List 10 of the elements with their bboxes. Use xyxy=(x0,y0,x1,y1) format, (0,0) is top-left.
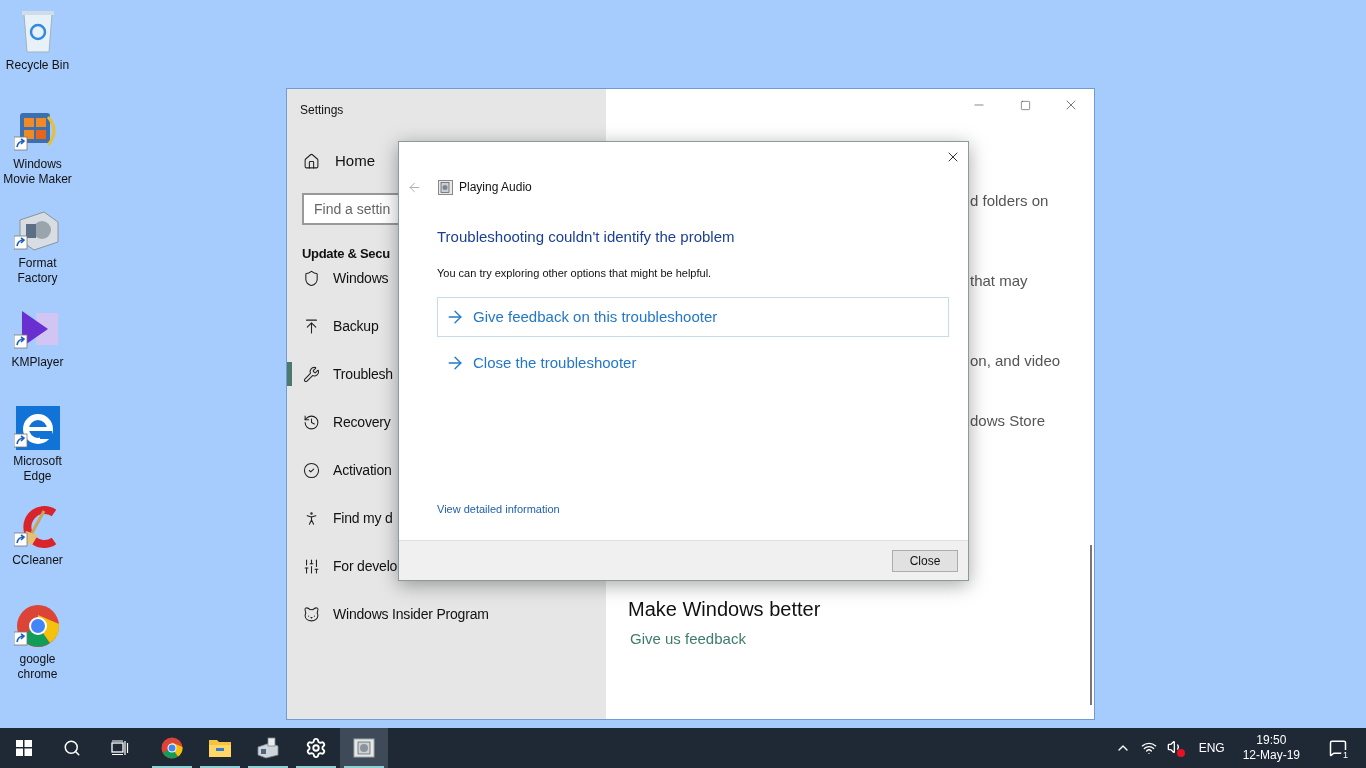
description-text: d folders on xyxy=(970,191,1050,211)
section-heading: Make Windows better xyxy=(628,597,822,622)
description-text: on, and video xyxy=(970,351,1062,371)
section-title: Update & Secu xyxy=(302,245,390,264)
window-title: Settings xyxy=(300,103,344,117)
description-text: dows Store xyxy=(970,411,1047,431)
dialog-message: You can try exploring other options that might be helpful. xyxy=(437,266,713,281)
dialog-heading: Troubleshooting couldn't identify the problem xyxy=(437,227,736,247)
description-text: that may xyxy=(970,271,1029,291)
dialog-title: Playing Audio xyxy=(459,179,532,196)
